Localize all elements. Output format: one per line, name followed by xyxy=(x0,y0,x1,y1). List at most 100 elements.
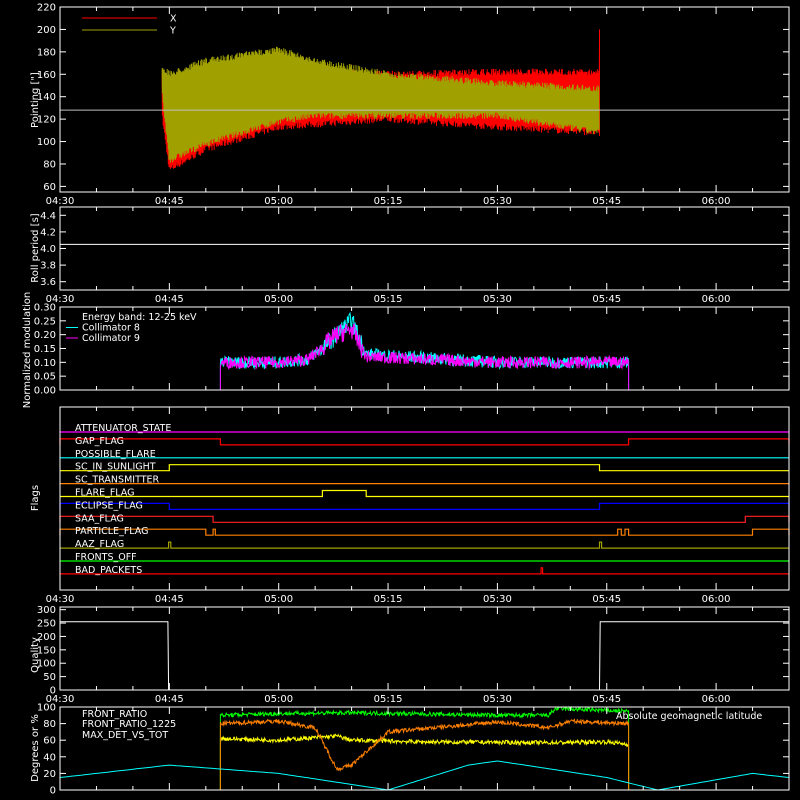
front-ratio-panel: 100806040200Degrees or % FRONT_RATIOFRONT… xyxy=(30,703,790,797)
series-y-line xyxy=(161,46,600,163)
legend-absolute-geomagnetic-latitude-label: Absolute geomagnetic latitude xyxy=(616,711,762,722)
roll-period-x-tick-label: 05:45 xyxy=(592,294,621,305)
flags-y-axis-label: Flags xyxy=(30,485,41,511)
flag-sc-in-sunlight-line xyxy=(60,464,789,472)
quality-y-tick-label: 250 xyxy=(37,619,56,630)
roll-period-panel: 4.44.24.03.83.604:30 04:45 05:00 05:15 05:30… xyxy=(30,206,790,305)
modulation-y-tick-label: 0.20 xyxy=(34,330,56,341)
modulation-panel: 0.30 0.25 0.20 0.15 0.10 0.05 0.00Normalized m… xyxy=(22,292,790,409)
flags-x-tick-label: 05:45 xyxy=(592,594,621,605)
modulation-y-tick-label: 0.10 xyxy=(34,358,56,369)
flag-flare-flag-label: FLARE_FLAG xyxy=(75,488,135,499)
roll-period-y-tick-label: 4.0 xyxy=(40,244,56,255)
flag-flare-flag-line xyxy=(60,489,789,498)
flags-x-tick-label: 06:00 xyxy=(702,594,731,605)
flag-gap-flag-label: GAP_FLAG xyxy=(75,436,124,447)
flag-attenuator-state-label: ATTENUATOR_STATE xyxy=(75,423,171,434)
pointing-y-tick-label: 100 xyxy=(37,137,56,148)
pointing-x-tick-label: 06:00 xyxy=(702,196,731,207)
flag-particle-flag-label: PARTICLE_FLAG xyxy=(75,526,148,537)
series-collimator-8-line xyxy=(219,311,630,390)
roll-period-y-tick-label: 3.6 xyxy=(40,277,56,288)
flag-bad-packets-line xyxy=(60,567,789,575)
legend-energy-band-12-25-kev-label: Energy band: 12-25 keV xyxy=(82,312,197,323)
roll-period-y-tick-label: 4.2 xyxy=(40,227,56,238)
rhessi-quicklook-plot: 220200180160140120100806004:30 04:45 05:00… xyxy=(22,3,790,797)
modulation-y-tick-label: 0.25 xyxy=(34,316,56,327)
roll-period-frame xyxy=(59,206,790,291)
quality-y-tick-label: 300 xyxy=(37,605,56,616)
quality-y-axis-label: Quality xyxy=(30,637,41,673)
flag-saa-flag-line xyxy=(59,515,790,523)
pointing-panel: 220200180160140120100806004:30 04:45 05:00… xyxy=(30,3,790,207)
pointing-y-tick-label: 200 xyxy=(37,25,56,36)
series-max-det-vs-tot-line xyxy=(219,718,630,790)
quality-y-tick-label: 50 xyxy=(43,672,56,683)
flag-gap-flag-line xyxy=(59,438,790,446)
quality-frame xyxy=(59,606,790,691)
legend-collimator-9-label: Collimator 9 xyxy=(82,333,140,344)
legend-collimator-8-label: Collimator 8 xyxy=(82,323,140,334)
pointing-y-tick-label: 180 xyxy=(37,47,56,58)
pointing-x-tick-label: 05:00 xyxy=(264,196,293,207)
pointing-y-axis-label: Pointing ["] xyxy=(30,72,41,128)
pointing-x-tick-label: 05:45 xyxy=(592,196,621,207)
front-ratio-y-axis-label: Degrees or % xyxy=(30,714,41,782)
pointing-x-tick-label: 05:30 xyxy=(483,196,512,207)
modulation-y-tick-label: 0.00 xyxy=(34,386,56,397)
roll-period-y-tick-label: 3.8 xyxy=(40,261,56,272)
series-front-ratio-line xyxy=(219,733,630,790)
front-ratio-y-tick-label: 100 xyxy=(37,703,56,714)
quality-line xyxy=(60,621,789,691)
flags-x-tick-label: 04:30 xyxy=(46,594,75,605)
quality-x-tick-label: 05:00 xyxy=(264,694,293,705)
pointing-y-tick-label: 80 xyxy=(43,159,56,170)
roll-period-x-tick-label: 06:00 xyxy=(702,294,731,305)
legend-max-det-vs-tot-label: MAX_DET_VS_TOT xyxy=(82,730,168,741)
roll-period-y-tick-label: 4.4 xyxy=(40,211,56,222)
flags-frame xyxy=(59,406,790,591)
flag-eclipse-flag-label: ECLIPSE_FLAG xyxy=(75,500,143,511)
flag-particle-flag-line xyxy=(59,528,790,536)
roll-period-x-tick-label: 04:45 xyxy=(155,294,184,305)
front-ratio-y-tick-label: 20 xyxy=(43,769,56,780)
pointing-plot-area xyxy=(60,29,789,169)
pointing-x-tick-label: 04:30 xyxy=(46,196,75,207)
flags-panel: ATTENUATOR_STATE GAP_FLAG POSSIBLE_FLARE SC… xyxy=(30,406,790,605)
series-front-ratio-1225-line xyxy=(219,705,630,790)
flag-aaz-flag-label: AAZ_FLAG xyxy=(75,539,124,550)
legend-y-label: Y xyxy=(169,26,176,37)
front-ratio-y-tick-label: 0 xyxy=(50,786,56,797)
flags-x-tick-label: 05:15 xyxy=(374,594,403,605)
flag-bad-packets-label: BAD_PACKETS xyxy=(75,565,142,576)
pointing-y-tick-label: 60 xyxy=(43,182,56,193)
flag-sc-in-sunlight-label: SC_IN_SUNLIGHT xyxy=(75,462,156,473)
quality-x-tick-label: 04:45 xyxy=(155,694,184,705)
quality-x-tick-label: 06:00 xyxy=(702,694,731,705)
pointing-y-tick-label: 220 xyxy=(37,3,56,14)
flags-x-tick-label: 05:00 xyxy=(264,594,293,605)
pointing-x-tick-label: 05:15 xyxy=(374,196,403,207)
front-ratio-y-tick-label: 60 xyxy=(43,736,56,747)
legend-front-ratio-1225-label: FRONT_RATIO_1225 xyxy=(82,719,176,730)
flag-eclipse-flag-line xyxy=(59,502,790,510)
quality-panel: 30025020015010050004:30 04:45 05:00 05:15 05… xyxy=(30,605,790,705)
modulation-y-tick-label: 0.15 xyxy=(34,344,56,355)
front-ratio-y-tick-label: 40 xyxy=(43,752,56,763)
flag-saa-flag-label: SAA_FLAG xyxy=(75,513,124,524)
flag-sc-transmitter-label: SC_TRANSMITTER xyxy=(75,475,160,486)
roll-period-y-axis-label: Roll period [s] xyxy=(30,213,41,282)
roll-period-x-tick-label: 05:00 xyxy=(264,294,293,305)
flag-aaz-flag-line xyxy=(60,541,789,549)
quality-x-tick-label: 05:15 xyxy=(374,694,403,705)
flags-x-tick-label: 05:30 xyxy=(483,594,512,605)
flag-possible-flare-label: POSSIBLE_FLARE xyxy=(75,449,156,460)
quality-x-tick-label: 05:45 xyxy=(592,694,621,705)
front-ratio-y-tick-label: 80 xyxy=(43,719,56,730)
legend-x-label: X xyxy=(170,14,177,25)
roll-period-x-tick-label: 05:30 xyxy=(483,294,512,305)
modulation-y-axis-label: Normalized modulation xyxy=(22,292,33,409)
flags-x-tick-label: 04:45 xyxy=(155,594,184,605)
pointing-x-tick-label: 04:45 xyxy=(155,196,184,207)
roll-period-x-tick-label: 05:15 xyxy=(374,294,403,305)
